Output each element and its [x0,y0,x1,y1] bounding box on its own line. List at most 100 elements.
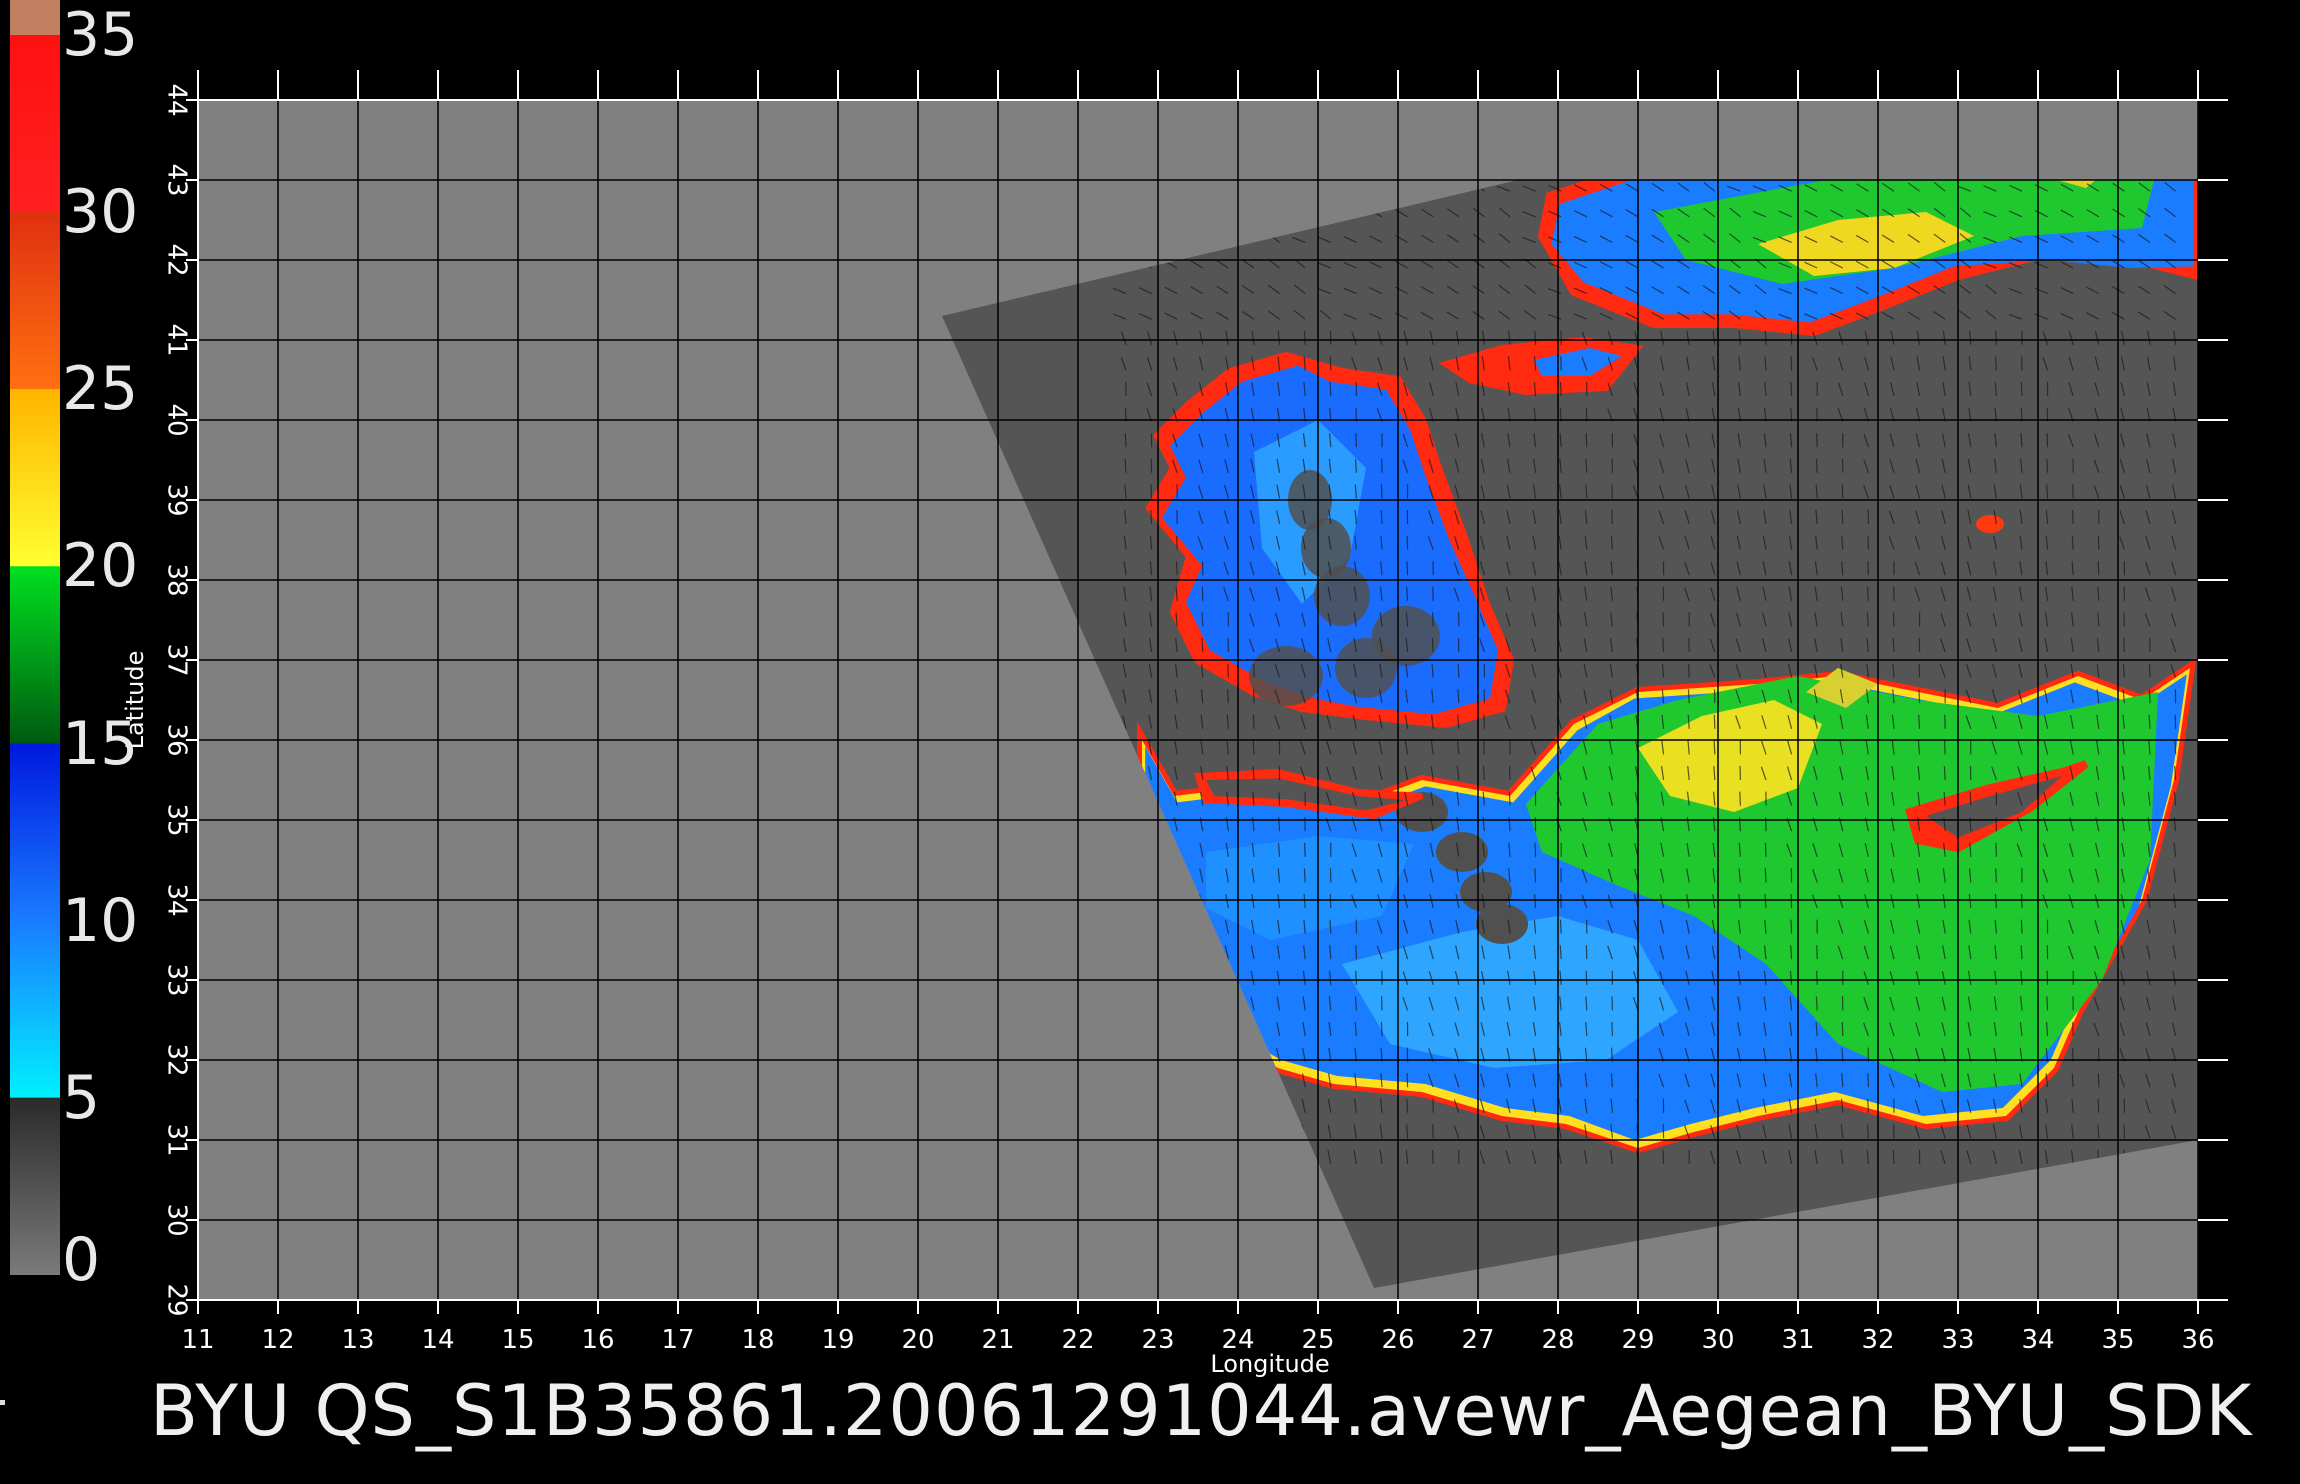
wind-barb [1381,510,1382,524]
aegean-dark-patch [1372,606,1440,666]
x-tick-label: 11 [181,1325,214,1355]
wind-barb [1689,664,1690,678]
map-figure: 1112131415161718192021222324252627282930… [0,0,2300,1480]
wind-barb [1330,920,1331,934]
wind-barb [1279,792,1280,806]
wind-barb [2124,638,2125,652]
colorbar-tick-label: 20 [62,536,138,596]
wind-barb [1304,868,1305,882]
y-tick-label: 41 [162,323,192,356]
x-tick-label: 26 [1381,1325,1414,1355]
wind-barb [1561,382,1562,396]
wind-barb [1842,1022,1843,1036]
x-tick-label: 33 [1941,1325,1974,1355]
wind-barb [2124,612,2125,626]
wind-barb [1253,715,1254,729]
wind-barb [2175,766,2176,780]
x-tick-label: 12 [261,1325,294,1355]
colorbar-tick-label: 35 [62,5,138,65]
x-tick-label: 15 [501,1325,534,1355]
y-tick-label: 43 [162,163,192,196]
y-tick-label: 42 [162,243,192,276]
wind-barb [2098,587,2099,601]
wind-barb [1484,740,1485,754]
wind-barb [1586,433,1587,447]
wind-barb [1586,971,1587,985]
x-tick-label: 17 [661,1325,694,1355]
x-tick-label: 14 [421,1325,454,1355]
x-tick-label: 21 [981,1325,1014,1355]
y-tick-label: 36 [162,723,192,756]
wind-barb [1407,561,1408,575]
x-tick-label: 13 [341,1325,374,1355]
wind-barb [1407,1099,1408,1113]
x-tick-label: 29 [1621,1325,1654,1355]
wind-barb [1433,612,1434,626]
wind-barb [2047,459,2048,473]
wind-barb [1817,971,1818,985]
wind-barb [1765,868,1766,882]
x-tick-label: 30 [1701,1325,1734,1355]
aegean-dark-patch [1249,646,1323,706]
colorbar-tick-label: 15 [62,714,138,774]
wind-speed-colorbar [10,0,60,1275]
wind-barb [1663,638,1664,652]
wind-barb [1868,1099,1869,1113]
wind-barb [1663,612,1664,626]
colorbar-tick-label: 5 [62,1068,100,1128]
wind-barb [1509,792,1510,806]
wind-barb [1305,843,1306,857]
wind-barb [2021,382,2022,396]
y-tick-label: 30 [162,1203,192,1236]
wind-barb [1970,792,1971,806]
wind-barb [1714,740,1715,754]
wind-barb [1893,638,1894,652]
colorbar-gradient [10,0,60,1275]
wind-barb [1177,536,1178,550]
x-tick-label: 27 [1461,1325,1494,1355]
wind-barb [1816,996,1817,1010]
x-tick-label: 22 [1061,1325,1094,1355]
wind-barb [1945,740,1946,754]
product-filename: BYU QS_S1B35861.20061291044.avewr_Aegean… [150,1370,2252,1452]
y-tick-label: 29 [162,1283,192,1316]
y-tick-label: 44 [162,83,192,116]
wind-barb [1893,612,1894,626]
x-tick-label: 35 [2101,1325,2134,1355]
wind-barb [1560,920,1561,934]
aegean-dark-patch [1314,566,1370,626]
wind-barb [1330,894,1331,908]
wind-barb [1612,1022,1613,1036]
wind-barb [1458,664,1459,678]
colorbar-tick-label: 25 [62,359,138,419]
wind-barb [2073,510,2074,524]
wind-barb [1765,331,1766,345]
wind-barb [1868,561,1869,575]
wind-barb [1458,689,1459,703]
wind-barb [1612,510,1613,524]
colorbar-tick-label: 10 [62,891,138,951]
wind-barb [1356,971,1357,985]
colorbar-tick-label: 30 [62,182,138,242]
wind-barb [1228,689,1229,703]
y-tick-label: 31 [162,1123,192,1156]
y-tick-label: 40 [162,403,192,436]
wind-barb [1381,1022,1382,1036]
wind-barb [1842,510,1843,524]
wind-barb [1125,433,1126,447]
wind-barb [1765,843,1766,857]
sea-dark-patch [1476,904,1528,944]
y-tick-label: 34 [162,883,192,916]
wind-barb [1612,484,1613,498]
x-tick-label: 19 [821,1325,854,1355]
x-tick-label: 23 [1141,1325,1174,1355]
wind-barb [1535,868,1536,882]
wind-barb [1176,561,1177,575]
wind-barb [1407,1073,1408,1087]
wind-barb [1791,382,1792,396]
y-tick-label: 39 [162,483,192,516]
wind-barb [1740,792,1741,806]
wind-barb [1151,510,1152,524]
wind-barb [2021,920,2022,934]
x-tick-label: 28 [1541,1325,1574,1355]
